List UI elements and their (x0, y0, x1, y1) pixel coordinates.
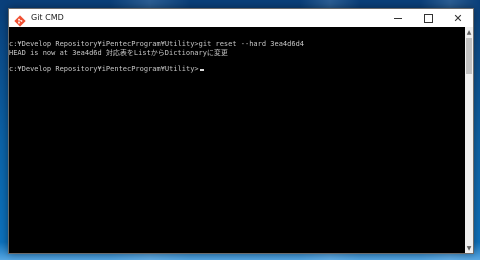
arrow-up-icon: ▲ (466, 28, 472, 36)
vertical-scrollbar[interactable]: ▲ ▼ (465, 27, 473, 253)
console-output[interactable]: c:¥Develop Repository¥iPentecProgram¥Uti… (9, 27, 465, 253)
maximize-button[interactable] (413, 9, 443, 27)
arrow-down-icon: ▼ (466, 244, 472, 252)
text-cursor (199, 69, 204, 71)
git-cmd-window: Git CMD ✕ c:¥Develop Repository¥iPentecP… (8, 8, 474, 254)
title-bar[interactable]: Git CMD ✕ (9, 9, 473, 27)
console-line-command: c:¥Develop Repository¥iPentecProgram¥Uti… (9, 40, 305, 48)
minimize-button[interactable] (383, 9, 413, 27)
scroll-up-button[interactable]: ▲ (465, 27, 473, 37)
close-icon: ✕ (453, 11, 463, 25)
git-logo-icon (14, 12, 26, 27)
scroll-down-button[interactable]: ▼ (465, 243, 473, 253)
console-line-prompt: c:¥Develop Repository¥iPentecProgram¥Uti… (9, 65, 204, 74)
prompt-text: c:¥Develop Repository¥iPentecProgram¥Uti… (9, 65, 199, 73)
window-title: Git CMD (31, 13, 64, 22)
maximize-icon (423, 13, 433, 23)
minimize-icon (394, 17, 402, 19)
console-line-result: HEAD is now at 3ea4d6d 対応表をListからDiction… (9, 49, 228, 57)
scrollbar-thumb[interactable] (466, 38, 472, 74)
close-button[interactable]: ✕ (443, 9, 473, 27)
